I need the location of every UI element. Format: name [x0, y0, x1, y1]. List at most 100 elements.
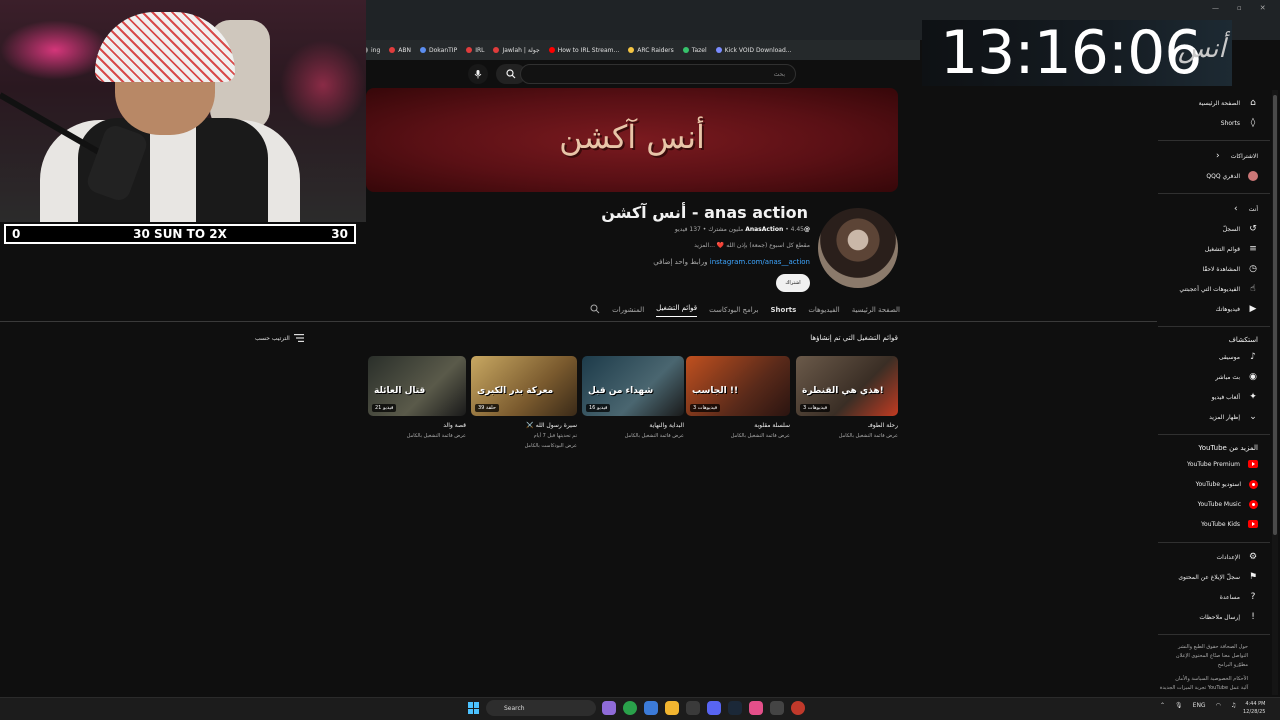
playlist-subtext-2[interactable]: عرض البودكاست بالكامل: [471, 443, 577, 449]
volume-icon[interactable]: ♫: [1231, 702, 1236, 709]
sidebar-item-gaming[interactable]: ✦ ألعاب فيديو: [1212, 392, 1258, 402]
bookmark-favicon-icon: [466, 47, 473, 53]
sidebar-item-premium[interactable]: YouTube Premium: [1187, 460, 1258, 468]
sidebar-item-report[interactable]: ⚑ سجلّ الإبلاغ عن المحتوى: [1178, 572, 1258, 582]
close-icon[interactable]: ✕: [1260, 4, 1266, 12]
sidebar-item-music[interactable]: ♪ موسيقى: [1219, 352, 1258, 362]
channel-avatar[interactable]: [818, 208, 898, 288]
taskbar-clock[interactable]: 4:44 PM 12/28/25: [1243, 700, 1265, 716]
playlist-card[interactable]: هذي هي القنطرة! 3 فيديوهات رحلة الطوفـ عرض …: [796, 356, 898, 443]
sidebar-item-watch-later[interactable]: ◷ المشاهدة لاحقًا: [1202, 264, 1258, 274]
playlist-title[interactable]: رحلة الطوفـ: [796, 422, 898, 429]
sidebar-item-yt-music[interactable]: YouTube Music: [1198, 500, 1258, 509]
bookmark-item[interactable]: How to IRL Stream...: [548, 47, 619, 54]
sidebar-item-liked[interactable]: ☝ الفيديوهات التي أعجبتني: [1179, 284, 1258, 294]
edge-icon[interactable]: [644, 701, 658, 715]
playlist-thumbnail[interactable]: هذي هي القنطرة! 3 فيديوهات: [796, 356, 898, 416]
language-indicator[interactable]: ENG: [1193, 702, 1206, 709]
tab-home[interactable]: الصفحة الرئيسية: [852, 306, 900, 314]
sidebar-item-subscription-channel[interactable]: الدفري QQQ: [1206, 171, 1258, 181]
voice-search-button[interactable]: [468, 64, 488, 84]
bookmark-item[interactable]: Tazel: [682, 47, 707, 54]
playlist-card[interactable]: قتال العائلة 21 فيديو قصة والد عرض قائمة ال…: [368, 356, 466, 443]
bookmark-item[interactable]: IRL: [466, 47, 484, 54]
playlist-subtext[interactable]: عرض قائمة التشغيل بالكامل: [582, 433, 684, 439]
bookmark-item[interactable]: DokanTIP: [420, 47, 457, 54]
copilot-icon[interactable]: [602, 701, 616, 715]
sidebar-item-you[interactable]: أنت ›: [1231, 204, 1258, 214]
minimize-icon[interactable]: —: [1212, 4, 1219, 12]
playlist-thumbnail[interactable]: معركة بدر الكبرى 39 حلقة: [471, 356, 577, 416]
channel-link-suffix[interactable]: ورابط واحد إضافي: [653, 258, 707, 266]
playlist-card[interactable]: الجاسب !! 3 فيديوهات سلسلة مقلوبة عرض قائمة…: [686, 356, 790, 443]
playlist-subtext[interactable]: عرض قائمة التشغيل بالكامل: [686, 433, 790, 439]
youtube-studio-icon: [1249, 480, 1258, 489]
sidebar-item-feedback[interactable]: ! إرسال ملاحظات: [1199, 612, 1258, 622]
app-icon[interactable]: [749, 701, 763, 715]
sidebar-label: الاشتراكات: [1230, 152, 1258, 160]
footer-links-4[interactable]: الأحكام الخصوصية السياسة والأمان: [1175, 676, 1248, 682]
playlist-title[interactable]: سلسلة مقلوبة: [686, 422, 790, 429]
playlist-thumbnail[interactable]: شهداء من قبل 16 فيديو: [582, 356, 684, 416]
obs-icon[interactable]: [791, 701, 805, 715]
playlist-thumbnail[interactable]: الجاسب !! 3 فيديوهات: [686, 356, 790, 416]
footer-links-5[interactable]: آلية عمل YouTube تجربة الميزات الجديدة: [1160, 685, 1248, 691]
playlist-card[interactable]: معركة بدر الكبرى 39 حلقة سيرة رسول الله ⚔️…: [471, 356, 577, 449]
sidebar-item-subscriptions[interactable]: الاشتراكات ‹: [1213, 151, 1258, 161]
sidebar-item-kids[interactable]: YouTube Kids: [1201, 520, 1258, 528]
sort-label: الترتيب حسب: [255, 334, 290, 342]
tab-playlists[interactable]: قوائم التشغيل: [656, 304, 698, 317]
tab-podcasts[interactable]: برامج البودكاست: [709, 306, 758, 314]
bookmark-item[interactable]: Jawlah | جولة: [493, 47, 540, 54]
channel-banner: أنس آكشن: [366, 88, 898, 192]
bookmark-item[interactable]: Kick VOID Download...: [715, 47, 792, 54]
sidebar-item-live[interactable]: ◉ بث مباشر: [1215, 372, 1258, 382]
tab-videos[interactable]: الفيديوهات: [808, 306, 839, 314]
playlist-title[interactable]: قصة والد: [368, 422, 466, 429]
sidebar-item-shorts[interactable]: ◊ Shorts: [1221, 118, 1258, 128]
tab-shorts[interactable]: Shorts: [771, 306, 797, 314]
sidebar-label: الدفري QQQ: [1206, 172, 1240, 180]
sidebar-item-studio[interactable]: استوديو YouTube: [1196, 480, 1258, 489]
sidebar-item-playlists[interactable]: ≡ قوائم التشغيل: [1205, 244, 1258, 254]
folder-icon[interactable]: [665, 701, 679, 715]
footer-links-2[interactable]: التواصل معنا صنّاع المحتوى الإعلان: [1176, 653, 1248, 659]
sidebar-item-help[interactable]: ? مساعدة: [1220, 592, 1258, 602]
playlist-card[interactable]: شهداء من قبل 16 فيديو البداية والنهاية عرض …: [582, 356, 684, 443]
sidebar-label: السجلّ: [1222, 225, 1240, 233]
tab-search-button[interactable]: [590, 304, 600, 316]
bookmark-item[interactable]: ARC Raiders: [628, 47, 674, 54]
store-icon[interactable]: [686, 701, 700, 715]
sort-button[interactable]: الترتيب حسب: [255, 334, 304, 342]
sidebar-item-home[interactable]: ⌂ الصفحة الرئيسية: [1199, 98, 1258, 108]
chrome-icon[interactable]: [623, 701, 637, 715]
playlist-subtext[interactable]: عرض قائمة التشغيل بالكامل: [796, 433, 898, 439]
mic-icon[interactable]: 🎙: [1175, 702, 1183, 709]
playlist-subtext[interactable]: عرض قائمة التشغيل بالكامل: [368, 433, 466, 439]
playlist-thumbnail[interactable]: قتال العائلة 21 فيديو: [368, 356, 466, 416]
bookmark-item[interactable]: ABN: [389, 47, 411, 54]
terminal-icon[interactable]: [770, 701, 784, 715]
footer-links-1[interactable]: حول الصحافة حقوق الطبع والنشر: [1178, 644, 1248, 650]
sidebar-item-settings[interactable]: ⚙ الإعدادات: [1217, 552, 1258, 562]
windows-start-button[interactable]: [468, 702, 480, 714]
playlist-subtext[interactable]: تم تحديثها قبل 7 أيام: [471, 433, 577, 439]
steam-icon[interactable]: [728, 701, 742, 715]
wifi-icon[interactable]: ◠: [1216, 702, 1221, 709]
channel-link[interactable]: instagram.com/anas__action: [710, 258, 810, 266]
channel-description[interactable]: مقطع كل اسبوع (جمعة) بإذن الله ❤️ ...الم…: [694, 242, 810, 249]
scrollbar-thumb[interactable]: [1273, 95, 1277, 535]
maximize-icon[interactable]: ▫: [1237, 4, 1242, 12]
playlist-title[interactable]: سيرة رسول الله ⚔️: [471, 422, 577, 429]
sidebar-item-show-more[interactable]: ⌄ إظهار المزيد: [1209, 412, 1258, 422]
tab-posts[interactable]: المنشورات: [612, 306, 644, 314]
playlist-title[interactable]: البداية والنهاية: [582, 422, 684, 429]
subscribe-button[interactable]: اشتراك: [776, 274, 810, 292]
chevron-up-icon[interactable]: ⌃: [1160, 702, 1165, 709]
discord-icon[interactable]: [707, 701, 721, 715]
taskbar-search[interactable]: Search: [486, 700, 596, 716]
sidebar-item-your-videos[interactable]: ▶ فيديوهاتك: [1216, 304, 1258, 314]
search-input[interactable]: بحث: [520, 64, 796, 84]
footer-links-3[interactable]: مطوّرو البرامج: [1218, 662, 1248, 668]
sidebar-item-history[interactable]: ↺ السجلّ: [1223, 224, 1258, 234]
